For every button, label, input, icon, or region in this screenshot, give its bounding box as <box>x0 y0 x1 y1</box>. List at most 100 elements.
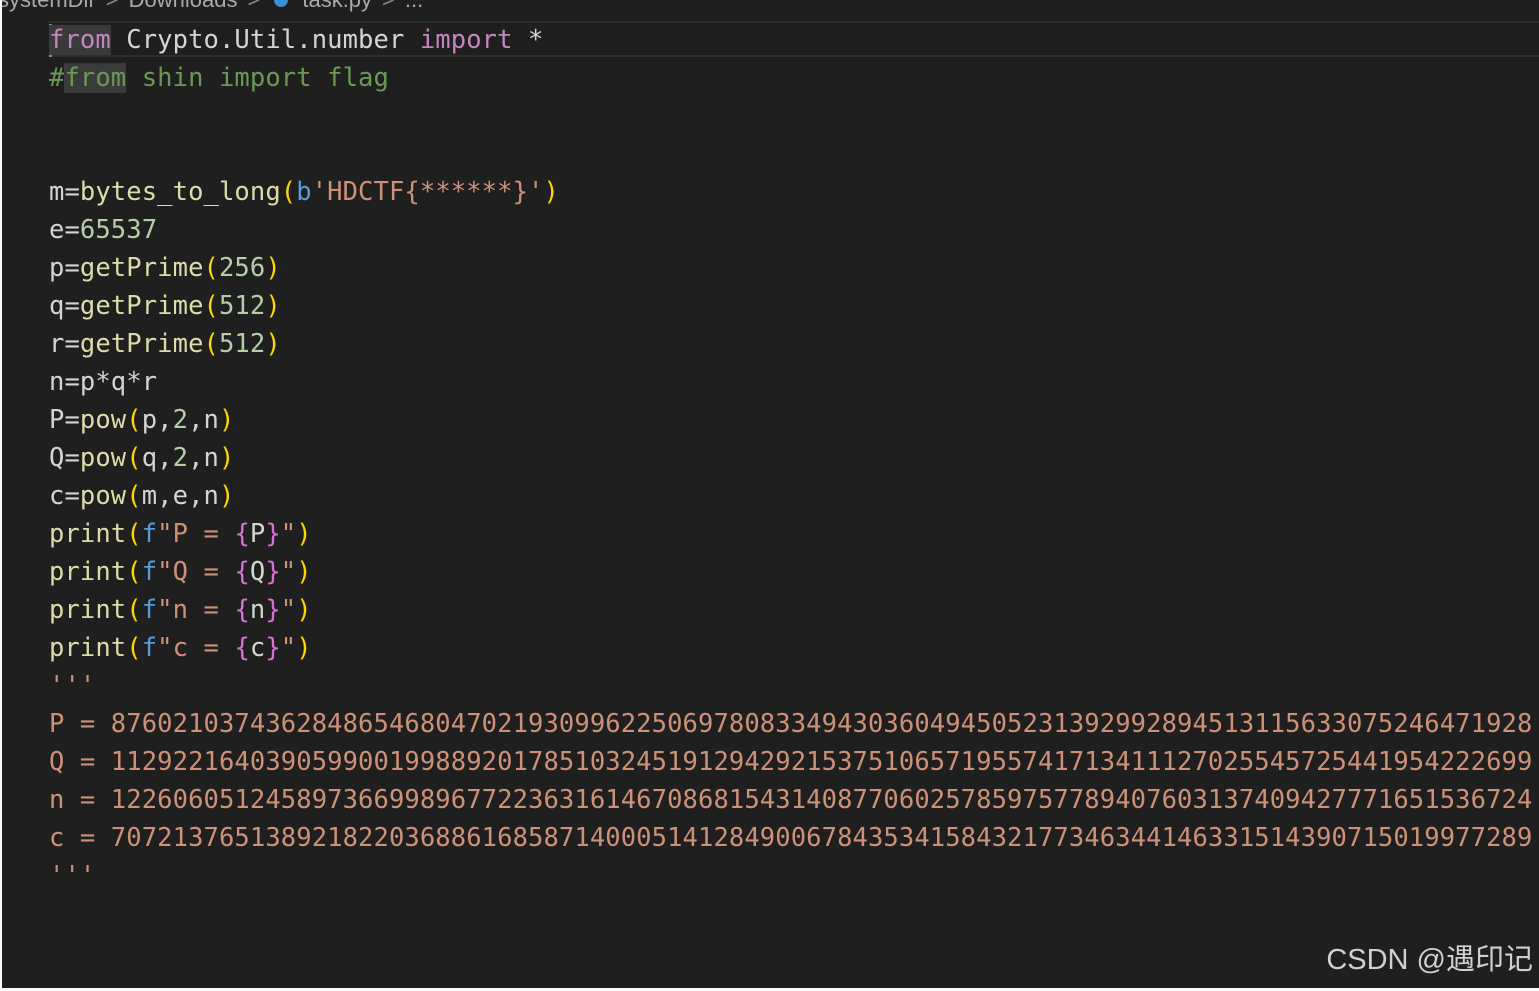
code-token: 2 <box>172 405 189 435</box>
code-token: ( <box>203 253 219 283</box>
code-token: " <box>280 595 297 625</box>
code-token: ) <box>218 443 235 473</box>
code-line[interactable]: print(f"n = {n}") <box>49 591 1532 629</box>
code-token: Q= <box>49 443 80 473</box>
code-line[interactable]: m=bytes_to_long(b'HDCTF{******}') <box>49 173 1532 211</box>
code-token: "n = <box>157 595 235 625</box>
breadcrumb-item-more[interactable]: ... <box>405 0 423 13</box>
breadcrumb-item-file[interactable]: task.py <box>302 0 372 13</box>
code-token: f <box>141 557 158 587</box>
code-token: 256 <box>218 253 266 283</box>
code-token: "P = <box>157 519 235 549</box>
code-token: { <box>234 557 250 587</box>
code-token: Q <box>249 557 266 587</box>
code-token: f <box>141 519 158 549</box>
code-token: ,n <box>188 443 219 473</box>
code-token: pow <box>79 481 127 511</box>
code-token: } <box>265 557 281 587</box>
code-token: pow <box>79 405 127 435</box>
code-token: import <box>419 25 513 55</box>
code-token: ) <box>265 253 281 283</box>
code-token: ''' <box>49 671 96 701</box>
code-token: "Q = <box>157 557 235 587</box>
code-line[interactable]: c = 707213765138921822036886168587140005… <box>49 819 1532 857</box>
code-token: c = 707213765138921822036886168587140005… <box>49 823 1533 853</box>
code-line[interactable]: q=getPrime(512) <box>49 287 1532 325</box>
code-token: from <box>64 63 127 93</box>
code-line[interactable]: Q=pow(q,2,n) <box>49 439 1532 477</box>
code-line[interactable]: from Crypto.Util.number import * <box>49 21 1532 59</box>
code-token: bytes_to_long <box>79 177 281 207</box>
code-token: } <box>265 633 281 663</box>
code-token: { <box>234 519 250 549</box>
code-token: m= <box>49 177 80 207</box>
code-token: ( <box>126 481 142 511</box>
code-line[interactable]: n=p*q*r <box>49 363 1532 401</box>
breadcrumb: systemDir > Downloads > task.py > ... <box>2 0 423 12</box>
code-token: # <box>49 63 65 93</box>
code-token: " <box>280 519 297 549</box>
code-line[interactable]: print(f"c = {c}") <box>49 629 1532 667</box>
code-line[interactable]: p=getPrime(256) <box>49 249 1532 287</box>
code-area[interactable]: from Crypto.Util.number import * #from sh… <box>49 21 1532 895</box>
code-token: " <box>280 633 297 663</box>
code-token: f <box>141 595 158 625</box>
code-token: 2 <box>172 443 189 473</box>
code-line[interactable]: print(f"Q = {Q}") <box>49 553 1532 591</box>
code-token: ( <box>203 291 219 321</box>
code-token: "c = <box>157 633 235 663</box>
code-token: P <box>249 519 266 549</box>
code-line[interactable] <box>49 135 1532 173</box>
code-token: p, <box>141 405 173 435</box>
code-token: P= <box>49 405 80 435</box>
code-token: } <box>265 519 281 549</box>
code-token: 512 <box>218 329 266 359</box>
code-line[interactable]: ''' <box>49 667 1532 705</box>
code-token: ( <box>126 405 142 435</box>
code-token: ) <box>218 405 235 435</box>
watermark: CSDN @遇印记 <box>1326 944 1533 976</box>
code-token: { <box>234 595 250 625</box>
code-line[interactable]: e=65537 <box>49 211 1532 249</box>
code-line[interactable]: ''' <box>49 857 1532 895</box>
code-token: m,e,n <box>141 481 219 511</box>
code-token: ( <box>126 443 142 473</box>
code-line[interactable]: P = 876021037436284865468047021930996225… <box>49 705 1532 743</box>
code-token: n = 122606051245897366998967722363161467… <box>49 785 1533 815</box>
code-token: q, <box>141 443 173 473</box>
code-line[interactable]: n = 122606051245897366998967722363161467… <box>49 781 1532 819</box>
code-line[interactable]: print(f"P = {P}") <box>49 515 1532 553</box>
code-token: pow <box>79 443 127 473</box>
code-line[interactable]: Q = 112922164039059900199889201785103245… <box>49 743 1532 781</box>
code-token: ( <box>203 329 219 359</box>
code-token: p= <box>49 253 80 283</box>
code-line[interactable]: P=pow(p,2,n) <box>49 401 1532 439</box>
code-token: ) <box>296 519 312 549</box>
code-token: ( <box>126 595 142 625</box>
code-token: f <box>141 633 158 663</box>
code-token: " <box>280 557 297 587</box>
code-token: getPrime <box>79 291 204 321</box>
code-token: ,n <box>188 405 219 435</box>
code-line[interactable] <box>49 97 1532 135</box>
code-token: ( <box>126 557 142 587</box>
code-token: ) <box>296 595 312 625</box>
code-token: n=p*q*r <box>49 367 158 397</box>
code-token: ) <box>543 177 559 207</box>
code-token: 512 <box>218 291 266 321</box>
code-token: print <box>49 595 127 625</box>
code-token: shin import flag <box>126 63 389 93</box>
code-token: * <box>512 25 544 55</box>
code-editor[interactable]: systemDir > Downloads > task.py > ... fr… <box>2 0 1539 988</box>
code-line[interactable]: c=pow(m,e,n) <box>49 477 1532 515</box>
code-token: n <box>249 595 266 625</box>
breadcrumb-item-systemdir[interactable]: systemDir <box>2 0 96 13</box>
code-token: print <box>49 633 127 663</box>
python-file-icon <box>274 0 289 7</box>
code-token: 65537 <box>79 215 158 245</box>
code-token: 'HDCTF{******}' <box>311 177 544 207</box>
code-line[interactable]: r=getPrime(512) <box>49 325 1532 363</box>
code-line[interactable]: #from shin import flag <box>49 59 1532 97</box>
breadcrumb-item-downloads[interactable]: Downloads <box>129 0 238 13</box>
code-token: b <box>296 177 312 207</box>
